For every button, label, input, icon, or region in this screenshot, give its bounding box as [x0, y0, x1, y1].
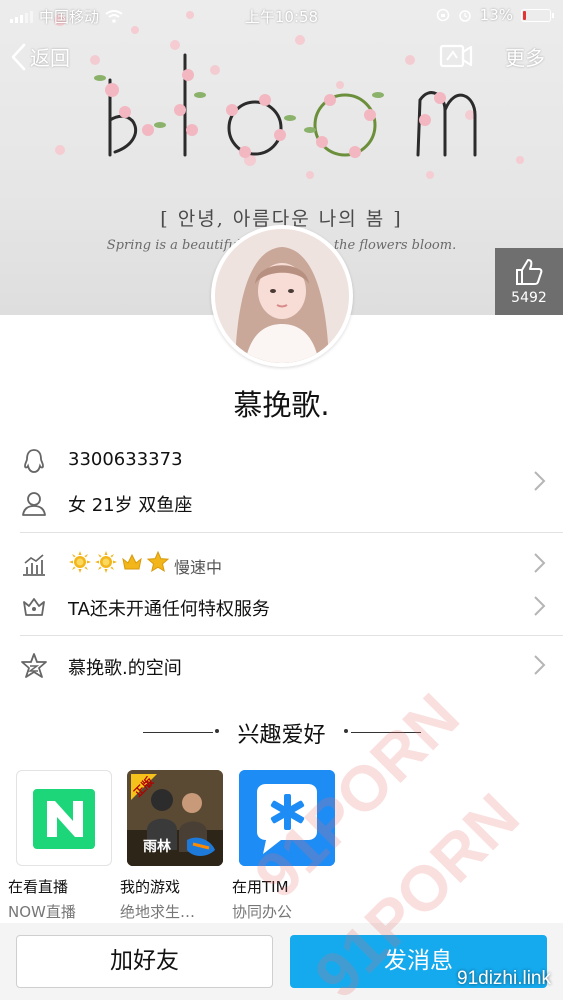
thumbs-up-icon [516, 259, 543, 285]
send-message-button[interactable]: 发消息 [290, 935, 547, 988]
chevron-right-icon [534, 471, 546, 491]
nav-bar: 返回 更多 [0, 38, 563, 78]
privilege-row[interactable]: TA还未开通任何特权服务 [0, 586, 563, 626]
interest-item-tim[interactable]: 在用TIM 协同办公 [232, 770, 339, 921]
status-bar: 中国移动 上午10:58 13% [0, 0, 563, 30]
tim-icon[interactable] [239, 770, 335, 866]
level-crowns [68, 550, 170, 574]
level-chart-icon [23, 554, 45, 576]
interest-item-now-live[interactable]: 在看直播 NOW直播 [8, 770, 116, 921]
person-icon [22, 492, 46, 516]
now-live-icon[interactable] [16, 770, 112, 866]
chevron-right-icon [534, 553, 546, 573]
interest-label: 在用TIM [232, 878, 289, 896]
bottom-action-bar: 加好友 发消息 [0, 923, 563, 1000]
chevron-right-icon [534, 655, 546, 675]
pubg-game-icon[interactable]: 正版 雨林 [127, 770, 223, 866]
nickname: 慕挽歌. [233, 388, 330, 422]
alarm-icon [458, 10, 471, 22]
interest-label: 我的游戏 [120, 878, 181, 896]
qq-number: 3300633373 [68, 449, 183, 470]
divider-dot [344, 729, 348, 733]
sun-icon [69, 551, 91, 573]
battery-percent: 13% [479, 6, 513, 24]
video-call-button[interactable] [439, 40, 473, 75]
divider [351, 732, 421, 733]
level-status: 慢速中 [174, 558, 223, 577]
video-call-icon [439, 44, 473, 68]
interest-label: 在看直播 [8, 878, 69, 896]
crown-icon [122, 553, 142, 570]
interest-item-game[interactable]: 正版 雨林 我的游戏 绝地求生… [120, 770, 227, 921]
avatar[interactable] [211, 225, 353, 367]
game-brand-text: 雨林 [143, 839, 171, 855]
battery-icon [521, 8, 554, 22]
qq-number-row[interactable]: 3300633373 [0, 440, 563, 480]
like-count: 5492 [511, 290, 547, 306]
divider [20, 635, 563, 636]
battery-fill [523, 10, 526, 20]
privilege-crown-icon [23, 598, 45, 616]
interest-sub: 绝地求生… [120, 903, 196, 921]
divider [20, 532, 563, 533]
star-icon [146, 550, 170, 573]
chevron-left-icon [11, 43, 26, 70]
penguin-icon [24, 449, 44, 473]
back-button[interactable]: 返回 [10, 42, 70, 71]
avatar-photo [215, 229, 349, 363]
interests-title: 兴趣爱好 [237, 723, 326, 748]
privilege-text: TA还未开通任何特权服务 [68, 599, 270, 620]
space-row[interactable]: 慕挽歌.的空间 [0, 645, 563, 685]
interest-sub: 协同办公 [232, 903, 293, 921]
like-button[interactable]: 5492 [495, 248, 563, 315]
basic-info-row[interactable]: 女 21岁 双鱼座 [0, 482, 563, 522]
sun-icon [95, 551, 117, 573]
add-friend-button[interactable]: 加好友 [16, 935, 273, 988]
rotation-lock-icon [436, 8, 449, 22]
more-button[interactable]: 更多 [505, 42, 545, 71]
chevron-right-icon [534, 596, 546, 616]
back-label: 返回 [30, 46, 70, 70]
basic-info: 女 21岁 双鱼座 [68, 495, 193, 516]
qzone-star-icon [21, 653, 47, 678]
space-text: 慕挽歌.的空间 [68, 658, 182, 679]
interest-sub: NOW直播 [8, 903, 76, 921]
